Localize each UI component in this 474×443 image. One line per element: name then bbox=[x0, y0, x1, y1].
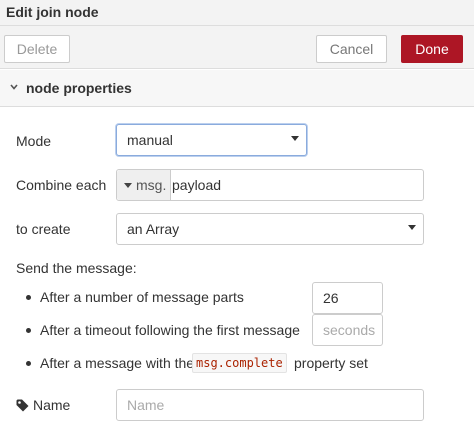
create-select[interactable]: an Array bbox=[116, 213, 424, 245]
done-button[interactable]: Done bbox=[401, 35, 463, 63]
timeout-seconds-input[interactable]: seconds bbox=[312, 314, 383, 346]
cancel-button[interactable]: Cancel bbox=[316, 35, 387, 63]
bullet-dot bbox=[26, 328, 31, 333]
name-placeholder: Name bbox=[127, 397, 165, 413]
msg-complete-code: msg.complete bbox=[192, 353, 287, 373]
delete-button[interactable]: Delete bbox=[4, 35, 70, 63]
mode-select[interactable]: manual bbox=[116, 124, 307, 156]
name-input[interactable]: Name bbox=[116, 389, 424, 421]
combine-typed-input[interactable]: msg. payload bbox=[116, 169, 424, 201]
dialog-toolbar: Delete Cancel Done bbox=[0, 26, 474, 69]
send-label: Send the message: bbox=[16, 260, 137, 276]
message-count-value: 26 bbox=[323, 290, 339, 306]
section-label: node properties bbox=[26, 80, 132, 96]
node-properties-section-header[interactable]: node properties bbox=[0, 70, 474, 107]
dropdown-caret-icon bbox=[291, 136, 299, 141]
message-count-input[interactable]: 26 bbox=[312, 282, 383, 314]
bullet-dot bbox=[26, 295, 31, 300]
timeout-placeholder: seconds bbox=[323, 322, 376, 338]
tag-icon bbox=[16, 399, 29, 412]
mode-label: Mode bbox=[16, 133, 52, 149]
bullet-complete-suffix: property set bbox=[294, 355, 368, 371]
bullet-complete-text: After a message with the bbox=[40, 355, 195, 371]
combine-label: Combine each bbox=[16, 177, 107, 193]
combine-value: payload bbox=[172, 177, 222, 193]
name-label: Name bbox=[33, 397, 71, 413]
type-prefix: msg. bbox=[136, 177, 167, 193]
bullet-timeout-text: After a timeout following the first mess… bbox=[40, 322, 300, 338]
create-select-value: an Array bbox=[127, 221, 180, 237]
type-selector[interactable]: msg. bbox=[117, 170, 171, 200]
mode-select-value: manual bbox=[127, 132, 173, 148]
dialog-title: Edit join node bbox=[0, 0, 474, 26]
chevron-down-icon bbox=[10, 84, 18, 90]
bullet-dot bbox=[26, 361, 31, 366]
caret-down-icon bbox=[124, 183, 132, 188]
bullet-count-text: After a number of message parts bbox=[40, 289, 244, 305]
create-label: to create bbox=[16, 221, 71, 237]
dropdown-caret-icon bbox=[408, 225, 416, 230]
